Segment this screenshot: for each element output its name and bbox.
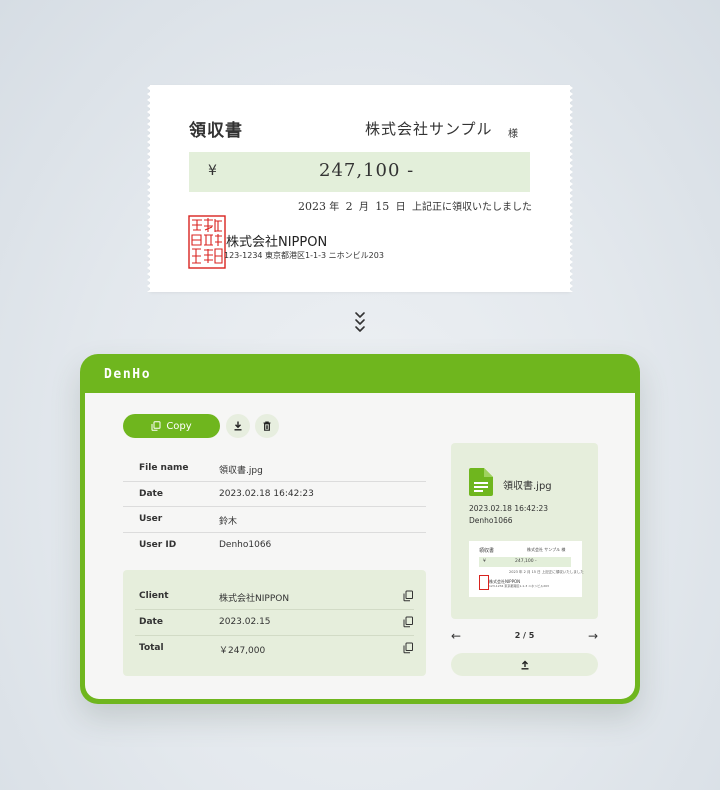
- preview-timestamp: 2023.02.18 16:42:23: [469, 504, 549, 513]
- thumb-addressee: 株式会社 サンプル 様: [527, 547, 566, 552]
- upload-button[interactable]: [451, 653, 598, 676]
- receipt-addressee: 株式会社サンプル: [365, 120, 493, 138]
- app-content-area: Copy File name 領収書.jpg Date 2023.02.18 1…: [85, 393, 635, 699]
- app-window: DenHo Copy File name 領収書.jpg Date 2023.0…: [80, 354, 640, 704]
- download-button[interactable]: [226, 414, 250, 438]
- table-row: Client 株式会社NIPPON: [135, 584, 414, 610]
- thumb-amount-band: ¥ 247,100 -: [479, 557, 571, 567]
- receipt-issuer: 株式会社NIPPON: [226, 235, 328, 250]
- thumb-currency-symbol: ¥: [483, 559, 486, 564]
- field-value: 2023.02.18 16:42:23: [219, 488, 314, 499]
- field-value: Denho1066: [219, 539, 272, 550]
- thumb-date: 2023 年 2 月 15 日 上記正に領収いたしました: [509, 570, 584, 574]
- thumb-address: 123-1234 東京都港区1-1-3 ニホンビル203: [489, 584, 549, 588]
- extracted-fields-panel: Client 株式会社NIPPON Date 2023.02.15 Total …: [123, 570, 426, 676]
- copy-icon: [151, 421, 161, 431]
- company-seal-stamp: [188, 215, 226, 269]
- field-label: Client: [139, 591, 169, 601]
- copy-icon[interactable]: [402, 616, 414, 628]
- receipt-thumbnail[interactable]: 領収書 株式会社 サンプル 様 ¥ 247,100 - 2023 年 2 月 1…: [469, 541, 584, 597]
- delete-button[interactable]: [255, 414, 279, 438]
- receipt-serrated-edge-left: [147, 85, 151, 292]
- receipt-date-line: 2023 年 2 月 15 日 上記正に領収いたしました: [298, 198, 532, 213]
- receipt-amount: 247,100 -: [319, 160, 415, 181]
- receipt-currency-symbol: ¥: [208, 163, 217, 179]
- field-label: File name: [139, 463, 189, 473]
- page-indicator: 2 / 5: [514, 631, 535, 640]
- document-icon: [469, 468, 493, 496]
- thumb-title: 領収書: [479, 548, 495, 554]
- upload-icon: [521, 660, 528, 669]
- field-value: 鈴木: [219, 517, 238, 527]
- receipt-year-suffix: 年: [329, 202, 340, 213]
- field-label: Total: [139, 643, 164, 653]
- thumb-amount: 247,100 -: [515, 559, 537, 564]
- field-label: Date: [139, 488, 163, 499]
- app-brand-logo: DenHo: [104, 367, 152, 382]
- field-value: 2023.02.15: [219, 617, 271, 627]
- trash-icon: [263, 421, 271, 431]
- file-info-table: File name 領収書.jpg Date 2023.02.18 16:42:…: [123, 456, 426, 558]
- table-row: Total ￥247,000: [135, 636, 414, 662]
- receipt-document: 領収書 株式会社サンプル 様 ¥ 247,100 - 2023 年 2 月 15…: [147, 85, 573, 292]
- receipt-date-note: 上記正に領収いたしました: [412, 202, 532, 213]
- field-label: User: [139, 514, 163, 524]
- next-page-arrow-icon[interactable]: →: [588, 629, 598, 643]
- table-row: User ID Denho1066: [123, 533, 426, 559]
- table-row: User 鈴木: [123, 507, 426, 533]
- download-icon: [234, 421, 242, 431]
- copy-icon[interactable]: [402, 590, 414, 602]
- file-preview-card: 領収書.jpg 2023.02.18 16:42:23 Denho1066 領収…: [451, 443, 598, 619]
- field-value: ￥247,000: [219, 646, 266, 656]
- pagination: ← 2 / 5 →: [451, 629, 598, 643]
- preview-meta: 2023.02.18 16:42:23 Denho1066: [469, 503, 548, 527]
- preview-file-name: 領収書.jpg: [503, 481, 552, 492]
- field-value: 株式会社NIPPON: [219, 594, 290, 604]
- receipt-title: 領収書: [189, 121, 243, 141]
- receipt-address: 123-1234 東京都港区1-1-3 ニホンビル203: [224, 251, 384, 260]
- receipt-month: 2: [345, 200, 353, 213]
- table-row: Date 2023.02.15: [135, 610, 414, 636]
- receipt-day-suffix: 日: [395, 202, 406, 213]
- receipt-day: 15: [375, 200, 390, 213]
- receipt-honorific: 様: [508, 129, 518, 140]
- copy-button-label: Copy: [166, 420, 192, 432]
- thumb-seal-stamp: [479, 575, 489, 590]
- field-value: 領収書.jpg: [219, 466, 263, 476]
- preview-user-id: Denho1066: [469, 516, 513, 525]
- copy-button[interactable]: Copy: [123, 414, 220, 438]
- receipt-serrated-edge-right: [569, 85, 573, 292]
- table-row: File name 領収書.jpg: [123, 456, 426, 482]
- receipt-amount-band: ¥ 247,100 -: [189, 152, 530, 192]
- receipt-year: 2023: [298, 200, 327, 213]
- receipt-month-suffix: 月: [358, 202, 369, 213]
- chevrons-down-icon: [355, 312, 365, 332]
- field-label: User ID: [139, 539, 177, 550]
- field-label: Date: [139, 617, 163, 627]
- copy-icon[interactable]: [402, 642, 414, 654]
- table-row: Date 2023.02.18 16:42:23: [123, 482, 426, 507]
